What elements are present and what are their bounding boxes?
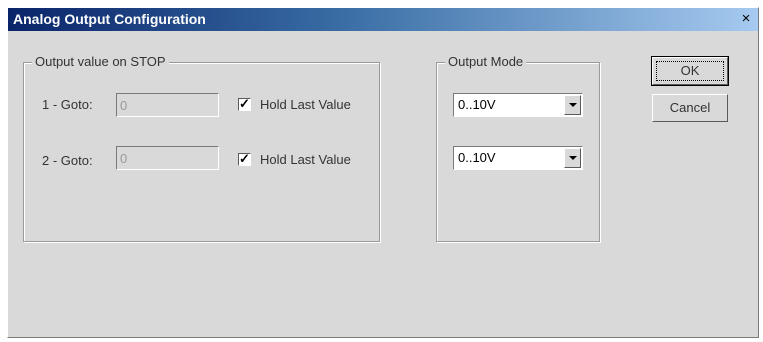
output-mode-2-select[interactable]: 0..10V [453, 146, 583, 170]
chevron-down-icon [569, 156, 577, 160]
hold-last-value-2-checkbox[interactable]: ✓ [238, 151, 251, 166]
analog-output-dialog: Analog Output Configuration × Output val… [7, 7, 759, 338]
cancel-button-label: Cancel [669, 100, 711, 115]
goto-1-input[interactable] [116, 93, 219, 117]
cancel-button[interactable]: Cancel [652, 94, 728, 122]
chevron-down-icon [569, 103, 577, 107]
stop-group-legend: Output value on STOP [32, 54, 169, 69]
hold-last-value-1-checkbox[interactable]: ✓ [238, 96, 251, 111]
output-mode-legend: Output Mode [445, 54, 527, 69]
check-icon: ✓ [239, 96, 250, 111]
close-icon[interactable]: × [737, 10, 755, 28]
hold-last-value-2-label[interactable]: Hold Last Value [260, 152, 351, 167]
hold-last-value-1-label[interactable]: Hold Last Value [260, 97, 351, 112]
output-mode-1-value: 0..10V [458, 97, 496, 112]
output-mode-2-value: 0..10V [458, 150, 496, 165]
check-icon: ✓ [239, 151, 250, 166]
output-mode-1-dropdown-button[interactable] [564, 95, 581, 115]
goto-1-label: 1 - Goto: [42, 97, 93, 112]
output-mode-1-select[interactable]: 0..10V [453, 93, 583, 117]
title-bar[interactable]: Analog Output Configuration × [8, 8, 758, 31]
ok-button[interactable]: OK [651, 56, 729, 86]
goto-2-input[interactable] [116, 146, 219, 170]
output-mode-group: Output Mode 0..10V 0..10V [436, 54, 600, 242]
stop-output-group: Output value on STOP 1 - Goto: ✓ Hold La… [23, 54, 380, 242]
focus-indicator [656, 61, 724, 81]
output-mode-2-dropdown-button[interactable] [564, 148, 581, 168]
window-title: Analog Output Configuration [13, 11, 206, 27]
goto-2-label: 2 - Goto: [42, 153, 93, 168]
